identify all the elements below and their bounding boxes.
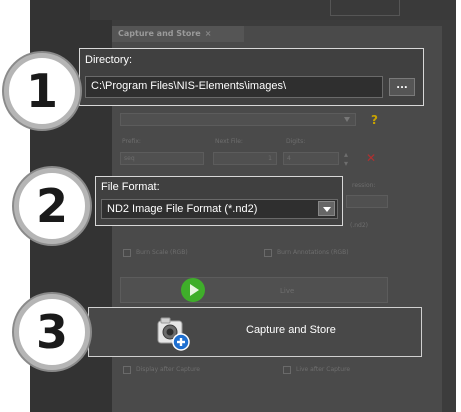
burn-scale-label: Burn Scale (RGB): [136, 249, 188, 256]
burn-annotations-label: Burn Annotations (RGB): [277, 249, 349, 256]
compression-select[interactable]: [346, 195, 388, 208]
callout-number-3: 3: [14, 294, 90, 370]
top-frame: [90, 0, 456, 20]
prefix-label: Prefix:: [122, 138, 141, 145]
compression-label: ression:: [352, 182, 376, 189]
capture-and-store-label: Capture and Store: [246, 324, 336, 336]
directory-path-field[interactable]: C:\Program Files\NIS-Elements\images\: [85, 76, 383, 98]
directory-label: Directory:: [85, 54, 133, 66]
burn-scale-checkbox[interactable]: [123, 249, 131, 257]
digits-label: Digits:: [286, 138, 306, 145]
display-after-capture-label: Display after Capture: [136, 366, 200, 373]
next-file-input[interactable]: 1: [213, 152, 277, 165]
file-format-select[interactable]: ND2 Image File Format (*.nd2): [101, 199, 338, 219]
burn-annotations-checkbox[interactable]: [264, 249, 272, 257]
file-format-dropdown-button[interactable]: [318, 201, 335, 216]
faded-dropdown[interactable]: [120, 113, 356, 126]
tab-capture-and-store[interactable]: Capture and Store ×: [112, 26, 244, 42]
chevron-down-icon: [323, 207, 331, 212]
display-after-capture-checkbox[interactable]: [123, 366, 131, 374]
digits-spinner-icon[interactable]: ▴ ▾: [344, 150, 348, 168]
format-hint: (.nd2): [350, 222, 369, 229]
warning-icon: ?: [371, 113, 378, 127]
live-button[interactable]: [120, 277, 388, 303]
tab-close-icon[interactable]: ×: [205, 29, 212, 38]
top-frame-box: [330, 0, 400, 16]
tab-title: Capture and Store: [118, 29, 201, 38]
file-format-label: File Format:: [101, 181, 160, 193]
live-after-capture-checkbox[interactable]: [283, 366, 291, 374]
next-file-label: Next File:: [215, 138, 243, 145]
browse-button[interactable]: ...: [389, 78, 415, 96]
digits-input[interactable]: 4: [283, 152, 339, 165]
camera-plus-icon: [150, 313, 194, 353]
play-icon: [181, 278, 205, 302]
faded-dropdown-arrow-icon: [344, 117, 350, 122]
callout-number-1: 1: [4, 53, 80, 129]
live-label: Live: [280, 287, 295, 295]
live-after-capture-label: Live after Capture: [296, 366, 351, 373]
prefix-input[interactable]: seq: [120, 152, 204, 165]
callout-number-2: 2: [14, 168, 90, 244]
clear-icon[interactable]: ✕: [366, 152, 378, 164]
